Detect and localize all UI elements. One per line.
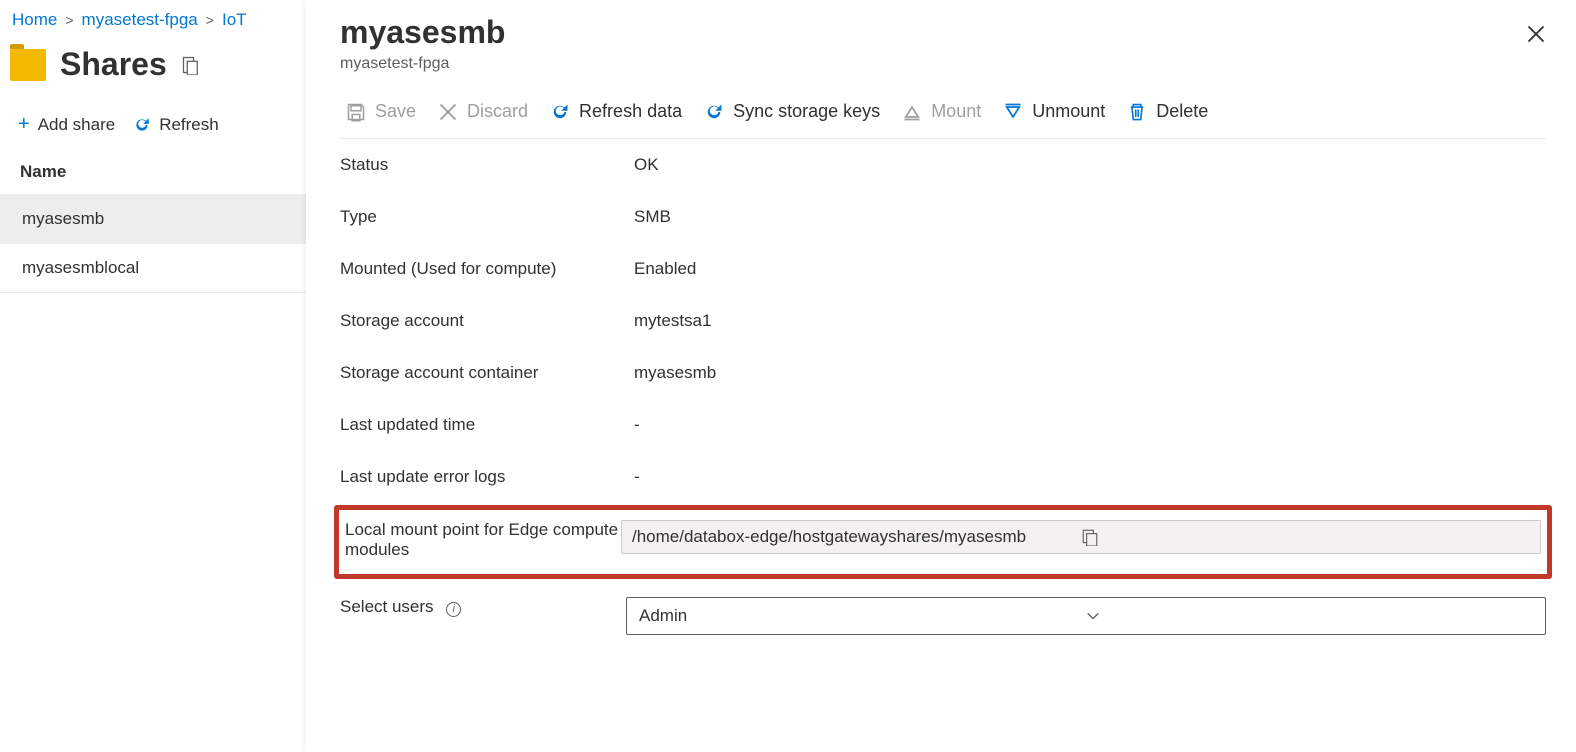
- error-logs-value: -: [634, 467, 1546, 487]
- details-panel: myasesmb myasetest-fpga Save Discard Ref…: [306, 0, 1576, 752]
- refresh-button[interactable]: Refresh: [133, 115, 219, 135]
- breadcrumb-page[interactable]: IoT: [222, 10, 247, 30]
- discard-label: Discard: [467, 101, 528, 122]
- last-updated-value: -: [634, 415, 1546, 435]
- close-button[interactable]: [1526, 24, 1546, 44]
- sync-keys-button[interactable]: Sync storage keys: [704, 101, 880, 122]
- chevron-right-icon: >: [65, 12, 73, 28]
- select-users-dropdown[interactable]: Admin: [626, 597, 1546, 635]
- field-select-users: Select users i Admin: [340, 581, 1546, 651]
- field-container: Storage account container myasesmb: [340, 347, 1546, 399]
- column-header-label: Name: [20, 162, 66, 182]
- panel-subtitle: myasetest-fpga: [340, 55, 1546, 73]
- discard-button: Discard: [438, 101, 528, 122]
- mount-point-value: /home/databox-edge/hostgatewayshares/mya…: [632, 527, 1081, 547]
- field-storage-account: Storage account mytestsa1: [340, 295, 1546, 347]
- panel-toolbar: Save Discard Refresh data Sync storage k…: [340, 91, 1546, 139]
- type-label: Type: [340, 207, 634, 227]
- discard-icon: [438, 102, 458, 122]
- chevron-down-icon: [1086, 609, 1533, 623]
- breadcrumb-home[interactable]: Home: [12, 10, 57, 30]
- refresh-icon: [550, 102, 570, 122]
- select-users-value: Admin: [639, 606, 1086, 626]
- info-icon[interactable]: i: [446, 602, 461, 617]
- pin-icon[interactable]: [181, 55, 201, 75]
- status-label: Status: [340, 155, 634, 175]
- mount-point-field: /home/databox-edge/hostgatewayshares/mya…: [621, 520, 1541, 554]
- plus-icon: +: [18, 113, 30, 136]
- add-share-label: Add share: [38, 115, 116, 135]
- delete-icon: [1127, 102, 1147, 122]
- mount-button: Mount: [902, 101, 981, 122]
- error-logs-label: Last update error logs: [340, 467, 634, 487]
- folder-icon: [10, 49, 46, 81]
- field-status: Status OK: [340, 139, 1546, 191]
- page-title: Shares: [60, 46, 167, 83]
- container-label: Storage account container: [340, 363, 634, 383]
- select-users-label: Select users i: [340, 597, 626, 617]
- mounted-label: Mounted (Used for compute): [340, 259, 634, 279]
- sync-keys-label: Sync storage keys: [733, 101, 880, 122]
- container-value: myasesmb: [634, 363, 1546, 383]
- sync-icon: [704, 102, 724, 122]
- save-button: Save: [346, 101, 416, 122]
- field-last-updated: Last updated time -: [340, 399, 1546, 451]
- storage-account-label: Storage account: [340, 311, 634, 331]
- unmount-icon: [1003, 102, 1023, 122]
- mount-point-label: Local mount point for Edge compute modul…: [345, 520, 621, 560]
- field-type: Type SMB: [340, 191, 1546, 243]
- last-updated-label: Last updated time: [340, 415, 634, 435]
- save-label: Save: [375, 101, 416, 122]
- highlighted-region: Local mount point for Edge compute modul…: [334, 505, 1552, 579]
- save-icon: [346, 102, 366, 122]
- breadcrumb-resource[interactable]: myasetest-fpga: [82, 10, 198, 30]
- field-mount-point: Local mount point for Edge compute modul…: [339, 520, 1547, 560]
- copy-icon: [1081, 528, 1099, 546]
- add-share-button[interactable]: + Add share: [18, 113, 115, 136]
- mount-label: Mount: [931, 101, 981, 122]
- refresh-data-button[interactable]: Refresh data: [550, 101, 682, 122]
- storage-account-value: mytestsa1: [634, 311, 1546, 331]
- status-value: OK: [634, 155, 1546, 175]
- field-error-logs: Last update error logs -: [340, 451, 1546, 503]
- delete-label: Delete: [1156, 101, 1208, 122]
- close-icon: [1526, 24, 1546, 44]
- refresh-data-label: Refresh data: [579, 101, 682, 122]
- chevron-right-icon: >: [206, 12, 214, 28]
- unmount-label: Unmount: [1032, 101, 1105, 122]
- refresh-label: Refresh: [159, 115, 219, 135]
- unmount-button[interactable]: Unmount: [1003, 101, 1105, 122]
- panel-title: myasesmb: [340, 14, 1546, 51]
- refresh-icon: [133, 116, 151, 134]
- field-mounted: Mounted (Used for compute) Enabled: [340, 243, 1546, 295]
- mount-icon: [902, 102, 922, 122]
- delete-button[interactable]: Delete: [1127, 101, 1208, 122]
- mounted-value: Enabled: [634, 259, 1546, 279]
- copy-button[interactable]: [1081, 528, 1530, 546]
- type-value: SMB: [634, 207, 1546, 227]
